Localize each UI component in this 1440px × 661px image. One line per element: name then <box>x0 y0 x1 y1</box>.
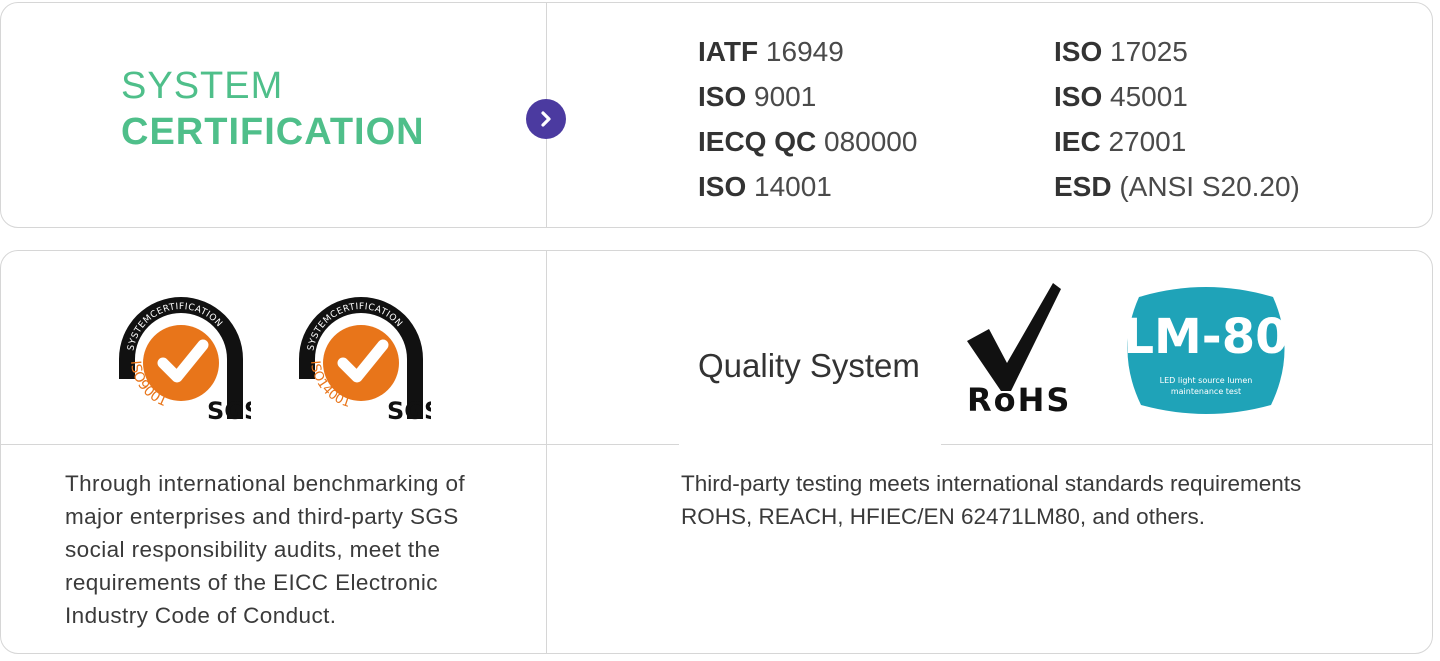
divider-horizontal <box>941 444 1432 445</box>
heading-light: SYSTEM <box>121 65 284 107</box>
cert-item: ISO 14001 <box>698 171 832 202</box>
svg-text:SGS: SGS <box>387 397 431 424</box>
description-right: Third-party testing meets international … <box>681 471 1302 529</box>
divider-vertical <box>546 251 547 653</box>
description-left: Through international benchmarking of ma… <box>65 471 466 628</box>
svg-text:LED light source lumen: LED light source lumen <box>1160 376 1253 385</box>
cert-item: ISO 45001 <box>1054 81 1188 112</box>
divider-horizontal <box>1 444 546 445</box>
cert-list-right: ISO 17025 ISO 45001 IEC 27001 ESD (ANSI … <box>1054 29 1300 209</box>
cert-item: IATF 16949 <box>698 36 844 67</box>
sgs-iso14001-logo: SYSTEMCERTIFICATION ISO14001 SGS <box>291 279 441 425</box>
quality-panel: SYSTEMCERTIFICATION ISO9001 SGS SYSTEMCE… <box>0 250 1433 654</box>
svg-text:maintenance test: maintenance test <box>1171 387 1241 396</box>
cert-item: ISO 17025 <box>1054 36 1188 67</box>
cert-item: ESD (ANSI S20.20) <box>1054 171 1300 202</box>
sgs-iso9001-logo: SYSTEMCERTIFICATION ISO9001 SGS <box>111 279 261 425</box>
svg-text:RoHS: RoHS <box>967 381 1071 414</box>
system-certification-panel: SYSTEM CERTIFICATION IATF 16949 ISO 9001… <box>0 2 1433 228</box>
svg-text:LM-80: LM-80 <box>1123 309 1288 365</box>
heading-bold: CERTIFICATION <box>121 111 425 153</box>
lm80-logo: LM-80 LED light source lumen maintenance… <box>1119 283 1294 418</box>
chevron-right-icon[interactable] <box>526 99 566 139</box>
cert-item: ISO 9001 <box>698 81 817 112</box>
cert-item: IEC 27001 <box>1054 126 1187 157</box>
cert-list-left: IATF 16949 ISO 9001 IECQ QC 080000 ISO 1… <box>698 29 917 209</box>
divider-horizontal <box>547 444 679 445</box>
svg-text:SGS: SGS <box>207 397 251 424</box>
rohs-logo: RoHS <box>961 279 1086 419</box>
cert-item: IECQ QC 080000 <box>698 126 918 157</box>
system-certification-heading: SYSTEM CERTIFICATION <box>121 65 425 157</box>
quality-system-label: Quality System <box>698 347 920 384</box>
